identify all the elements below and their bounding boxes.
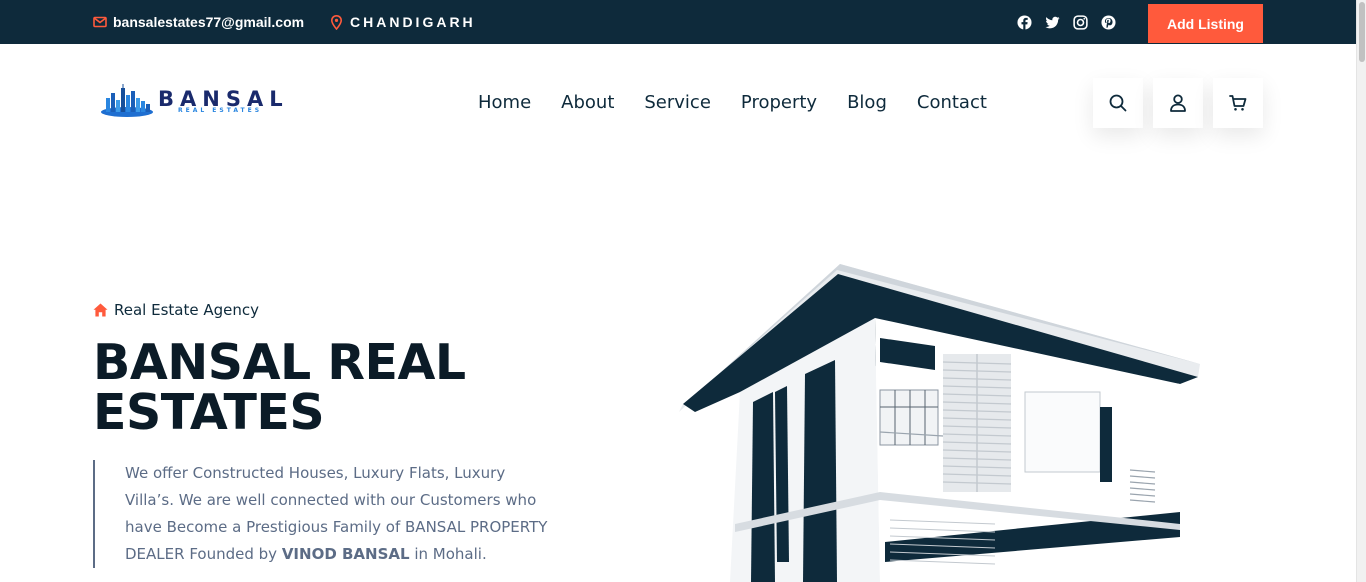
desc-end: in Mohali. [414,545,487,563]
add-listing-button[interactable]: Add Listing [1148,4,1263,43]
cart-icon [1229,95,1247,111]
pinterest-icon[interactable] [1101,15,1116,30]
hero-title-line1: BANSAL REAL [93,334,466,391]
nav-blog[interactable]: Blog [847,92,887,113]
city-text: CHANDIGARH [350,14,476,30]
nav-home[interactable]: Home [478,92,531,113]
hero-tagline: Real Estate Agency [93,301,259,319]
logo-sub: REAL ESTATES [178,107,263,114]
tagline-text: Real Estate Agency [114,301,259,319]
facebook-icon[interactable] [1017,15,1032,30]
hero-title-line2: ESTATES [93,384,325,441]
page-scrollbar[interactable] [1356,0,1366,582]
top-location: CHANDIGARH [331,14,476,30]
search-button[interactable] [1093,78,1143,128]
site-logo[interactable]: BANSAL REAL ESTATES [100,76,340,126]
nav-about[interactable]: About [561,92,614,113]
search-icon [1109,94,1127,112]
nav-property[interactable]: Property [741,92,817,113]
house-illustration [679,264,1200,582]
nav-contact[interactable]: Contact [917,92,987,113]
top-email[interactable]: bansalestates77@gmail.com [93,14,304,30]
desc-founder: VINOD BANSAL [281,545,410,563]
top-bar: bansalestates77@gmail.com CHANDIGARH Add… [0,0,1356,44]
mail-icon [93,16,107,28]
email-text[interactable]: bansalestates77@gmail.com [113,14,304,30]
main-nav: Home About Service Property Blog Contact [478,92,987,113]
instagram-icon[interactable] [1073,15,1088,30]
user-icon [1170,94,1186,112]
home-icon [93,303,108,317]
nav-service[interactable]: Service [644,92,711,113]
social-links [1017,15,1116,30]
hero-title: BANSAL REAL ESTATES [93,338,533,438]
account-button[interactable] [1153,78,1203,128]
cart-button[interactable] [1213,78,1263,128]
hero-description: We offer Constructed Houses, Luxury Flat… [93,460,553,568]
location-pin-icon [331,14,342,30]
scrollbar-thumb[interactable] [1359,2,1365,62]
twitter-icon[interactable] [1045,15,1060,30]
